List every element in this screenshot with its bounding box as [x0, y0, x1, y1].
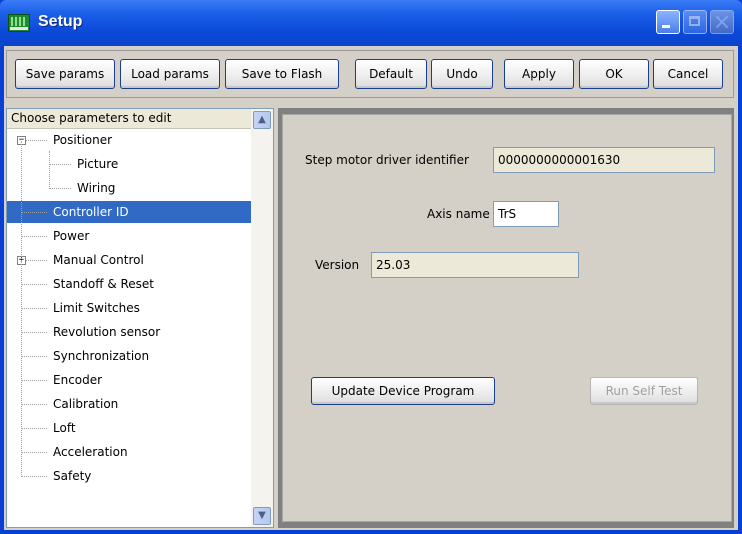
tree-item-label: Standoff & Reset	[53, 277, 155, 291]
tree-item[interactable]: Standoff & Reset	[7, 273, 253, 295]
version-label: Version	[315, 258, 360, 272]
tree-connector	[21, 452, 47, 453]
tree-connector	[21, 356, 47, 357]
update-device-program-button[interactable]: Update Device Program	[311, 377, 495, 405]
tree-item[interactable]: Safety	[7, 465, 253, 487]
tree-item[interactable]: Controller ID	[7, 201, 253, 223]
axis-name-input[interactable]: TrS	[493, 201, 559, 227]
app-icon	[8, 14, 30, 32]
load-params-button[interactable]: Load params	[120, 59, 220, 89]
tree-guide-line	[49, 151, 50, 189]
tree-item-label: Manual Control	[53, 253, 144, 267]
axis-name-label: Axis name	[427, 207, 490, 221]
dialog-body: Save params Load params Save to Flash De…	[4, 46, 738, 530]
tree-item[interactable]: Encoder	[7, 369, 253, 391]
default-button[interactable]: Default	[355, 59, 427, 89]
tree-item[interactable]: Calibration	[7, 393, 253, 415]
scroll-up-icon[interactable]: ▲	[253, 111, 271, 129]
window-title: Setup	[38, 13, 83, 30]
controller-id-form: Step motor driver identifier 00000000000…	[282, 114, 732, 522]
tree-item-label: Limit Switches	[53, 301, 140, 315]
tree-item[interactable]: Wiring	[7, 177, 253, 199]
apply-button[interactable]: Apply	[504, 59, 574, 89]
tree-item-label: Wiring	[77, 181, 116, 195]
tree-connector	[21, 404, 47, 405]
minimize-icon[interactable]	[656, 10, 680, 34]
save-params-button[interactable]: Save params	[15, 59, 115, 89]
tree-connector	[21, 476, 47, 477]
tree-item-label: Calibration	[53, 397, 119, 411]
tree-connector	[49, 164, 71, 165]
tree-item-label: Controller ID	[53, 205, 129, 219]
tree-item-label: Acceleration	[53, 445, 128, 459]
tree-item[interactable]: + Manual Control	[7, 249, 253, 271]
setup-window: Setup Save params Load params Save to Fl…	[0, 0, 742, 534]
parameter-tree[interactable]: Choose parameters to edit − Positioner Pic…	[6, 108, 274, 528]
tree-item-label: Encoder	[53, 373, 103, 387]
tree-scrollbar[interactable]: ▲ ▼	[251, 109, 273, 527]
ok-button[interactable]: OK	[579, 59, 649, 89]
save-to-flash-button[interactable]: Save to Flash	[225, 59, 339, 89]
tree-item[interactable]: − Positioner	[7, 129, 253, 151]
scroll-down-icon[interactable]: ▼	[253, 507, 271, 525]
tree-guide-line	[21, 141, 22, 477]
tree-item[interactable]: Acceleration	[7, 441, 253, 463]
driver-id-label: Step motor driver identifier	[305, 153, 469, 167]
tree-connector	[49, 188, 71, 189]
toolbar: Save params Load params Save to Flash De…	[6, 50, 734, 98]
tree-connector	[21, 308, 47, 309]
tree-item-label: Power	[53, 229, 90, 243]
tree-item-label: Loft	[53, 421, 76, 435]
undo-button[interactable]: Undo	[431, 59, 493, 89]
tree-item[interactable]: Power	[7, 225, 253, 247]
tree-item-label: Picture	[77, 157, 119, 171]
tree-connector	[21, 428, 47, 429]
tree-connector	[21, 236, 47, 237]
tree-item[interactable]: Picture	[7, 153, 253, 175]
tree-item-label: Safety	[53, 469, 92, 483]
run-self-test-button[interactable]: Run Self Test	[590, 377, 698, 405]
cancel-button[interactable]: Cancel	[653, 59, 723, 89]
settings-panel: Step motor driver identifier 00000000000…	[278, 108, 734, 528]
tree-connector	[21, 212, 47, 213]
tree-header: Choose parameters to edit	[7, 109, 251, 129]
tree-connector	[21, 332, 47, 333]
tree-item[interactable]: Limit Switches	[7, 297, 253, 319]
tree-item[interactable]: Synchronization	[7, 345, 253, 367]
maximize-icon[interactable]	[683, 10, 707, 34]
driver-id-field: 0000000000001630	[493, 147, 715, 173]
tree-item-label: Synchronization	[53, 349, 150, 363]
tree-item-label: Positioner	[53, 133, 113, 147]
title-bar[interactable]: Setup	[0, 0, 742, 46]
tree-connector	[21, 380, 47, 381]
version-field: 25.03	[371, 252, 579, 278]
tree-item[interactable]: Revolution sensor	[7, 321, 253, 343]
tree-item[interactable]: Loft	[7, 417, 253, 439]
tree-connector	[21, 284, 47, 285]
close-icon[interactable]	[710, 10, 734, 34]
tree-item-label: Revolution sensor	[53, 325, 161, 339]
